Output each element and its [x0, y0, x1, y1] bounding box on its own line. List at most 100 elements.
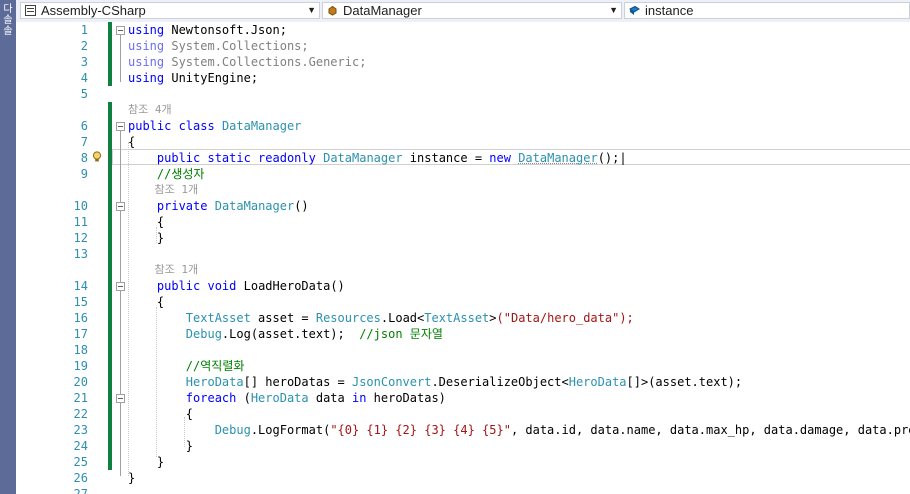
line-number: 19 [73, 359, 88, 373]
change-bar [108, 390, 112, 406]
code-line: { [128, 407, 194, 421]
line-number: 18 [73, 343, 88, 357]
code-line: } [128, 455, 165, 469]
line-number: 21 [73, 391, 88, 405]
line-number: 10 [73, 199, 88, 213]
line-number: 26 [73, 471, 88, 485]
line-number: 17 [73, 327, 88, 341]
line-number: 11 [73, 215, 88, 229]
project-dropdown[interactable]: Assembly-CSharp ▼ [20, 2, 320, 19]
code-line: TextAsset asset = Resources.Load<TextAss… [185, 311, 634, 325]
code-line: public static readonly DataManager insta… [156, 151, 627, 165]
line-number: 8 [80, 151, 88, 165]
code-line: foreach (HeroData data in heroDatas) [185, 391, 446, 405]
line-number: 14 [73, 279, 88, 293]
code-line: using System.Collections; [128, 39, 309, 53]
code-line: } [128, 439, 194, 453]
left-tool-strip: 다 솔 솔 [0, 0, 16, 494]
change-bar [108, 374, 112, 390]
collapse-toggle[interactable] [116, 282, 125, 291]
code-line: Debug.Log(asset.text); //json 문자열 [185, 327, 443, 341]
line-number: 4 [80, 71, 88, 85]
code-comment: //역직렬화 [185, 359, 245, 373]
change-bar [108, 166, 112, 182]
change-bar [108, 422, 112, 438]
type-dropdown[interactable]: DataManager ▼ [322, 2, 622, 19]
change-bar [108, 278, 112, 294]
csharp-project-icon [25, 5, 36, 16]
code-line: HeroData[] heroDatas = JsonConvert.Deser… [185, 375, 743, 389]
change-bar [108, 230, 112, 246]
change-bar [108, 22, 112, 38]
chevron-down-icon: ▼ [609, 5, 618, 15]
change-bar [108, 358, 112, 374]
line-number: 22 [73, 407, 88, 421]
navigation-bar: Assembly-CSharp ▼ DataManager ▼ instance [16, 0, 910, 23]
change-bar [108, 182, 112, 198]
project-name: Assembly-CSharp [41, 3, 146, 18]
change-bar [108, 214, 112, 230]
code-line: using Newtonsoft.Json; [128, 23, 287, 37]
class-icon [328, 5, 337, 16]
change-bar [108, 150, 112, 166]
member-dropdown[interactable]: instance [624, 2, 910, 19]
field-icon [629, 5, 640, 15]
change-bar [108, 38, 112, 54]
change-bar [108, 102, 112, 118]
line-number: 7 [80, 135, 88, 149]
change-bar [108, 262, 112, 278]
change-bar [108, 294, 112, 310]
collapse-toggle[interactable] [116, 122, 125, 131]
line-number: 6 [80, 119, 88, 133]
change-bar [108, 246, 112, 262]
chevron-down-icon: ▼ [307, 5, 316, 15]
code-editor[interactable]: 1 using Newtonsoft.Json; 2 using System.… [16, 22, 910, 494]
code-line: using System.Collections.Generic; [128, 55, 367, 69]
collapse-toggle[interactable] [116, 394, 125, 403]
code-comment: //생성자 [156, 167, 205, 181]
change-bar [108, 198, 112, 214]
change-bar [108, 406, 112, 422]
collapse-toggle[interactable] [116, 26, 125, 35]
line-number: 12 [73, 231, 88, 245]
line-number: 1 [80, 23, 88, 37]
line-number: 24 [73, 439, 88, 453]
change-bar [108, 342, 112, 358]
line-number: 27 [73, 487, 88, 494]
code-line: } [128, 231, 165, 245]
change-bar [108, 118, 112, 134]
code-line: public class DataManager [128, 119, 302, 133]
line-number: 15 [73, 295, 88, 309]
code-line: Debug.LogFormat("{0} {1} {2} {3} {4} {5}… [214, 423, 910, 437]
change-bar [108, 134, 112, 150]
change-bar [108, 310, 112, 326]
solution-explorer-tab[interactable]: 다 솔 솔 [1, 4, 15, 37]
change-bar [108, 438, 112, 454]
line-number: 13 [73, 247, 88, 261]
code-line: } [128, 471, 136, 485]
change-bar [108, 326, 112, 342]
change-bar [108, 454, 112, 470]
type-name: DataManager [343, 3, 422, 18]
code-line: { [128, 135, 136, 149]
line-number: 23 [73, 423, 88, 437]
line-number: 16 [73, 311, 88, 325]
line-number: 25 [73, 455, 88, 469]
code-lens-references[interactable]: 참조 1개 [128, 182, 199, 198]
code-line: public void LoadHeroData() [156, 279, 345, 293]
line-number: 3 [80, 55, 88, 69]
code-line: private DataManager() [156, 199, 309, 213]
code-line: { [128, 295, 165, 309]
change-bar [108, 70, 112, 86]
line-number: 2 [80, 39, 88, 53]
code-lens-references[interactable]: 참조 4개 [128, 102, 172, 118]
line-number: 20 [73, 375, 88, 389]
line-number: 5 [80, 87, 88, 101]
code-lens-references[interactable]: 참조 1개 [128, 262, 199, 278]
code-line: { [128, 215, 165, 229]
change-bar [108, 54, 112, 70]
collapse-toggle[interactable] [116, 202, 125, 211]
line-number: 9 [80, 167, 88, 181]
member-name: instance [645, 3, 694, 18]
code-line: using UnityEngine; [128, 71, 259, 85]
